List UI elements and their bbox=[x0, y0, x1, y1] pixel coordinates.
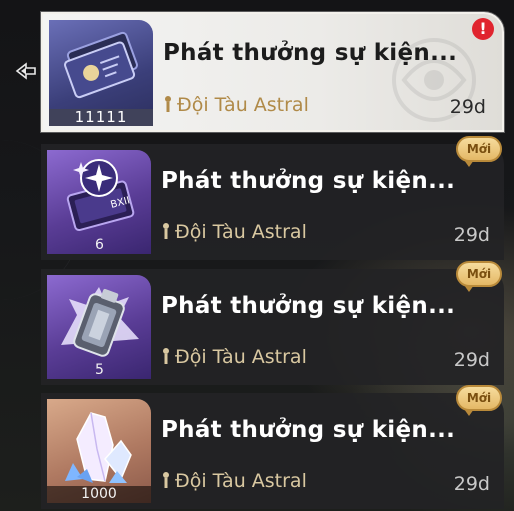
mail-title: Phát thưởng sự kiện... bbox=[163, 40, 458, 66]
expiry-days: 29d bbox=[453, 473, 490, 495]
mail-title: Phát thưởng sự kiện... bbox=[161, 168, 456, 194]
alert-icon: ! bbox=[472, 18, 494, 40]
mail-sender: Đội Tàu Astral bbox=[161, 346, 307, 368]
reward-quantity: 5 bbox=[95, 362, 104, 378]
mail-item[interactable]: BXII 6 Phát thưởng sự kiện... Đội Tàu As… bbox=[41, 136, 504, 260]
mail-sender-name: Đội Tàu Astral bbox=[175, 221, 307, 243]
expiry-days: 29d bbox=[449, 96, 486, 118]
sender-icon bbox=[163, 223, 169, 239]
reward-thumbnail: BXII 6 bbox=[47, 150, 151, 254]
mail-item[interactable]: 11111 Phát thưởng sự kiện... Đội Tàu Ast… bbox=[41, 12, 504, 132]
sender-icon bbox=[163, 348, 169, 364]
mail-sender-name: Đội Tàu Astral bbox=[175, 346, 307, 368]
reward-quantity: 11111 bbox=[49, 109, 153, 126]
mail-title: Phát thưởng sự kiện... bbox=[161, 293, 456, 319]
reward-quantity: 1000 bbox=[47, 486, 151, 503]
mail-item[interactable]: 1000 Phát thưởng sự kiện... Đội Tàu Astr… bbox=[41, 385, 504, 509]
new-badge: Mới bbox=[456, 136, 502, 167]
mail-title: Phát thưởng sự kiện... bbox=[161, 417, 456, 443]
sender-icon bbox=[165, 96, 171, 112]
mail-sender: Đội Tàu Astral bbox=[161, 221, 307, 243]
mail-list: 11111 Phát thưởng sự kiện... Đội Tàu Ast… bbox=[0, 0, 514, 511]
reward-thumbnail: 11111 bbox=[49, 20, 153, 126]
mail-sender: Đội Tàu Astral bbox=[163, 94, 309, 116]
new-badge: Mới bbox=[456, 385, 502, 416]
reward-quantity: 6 bbox=[95, 237, 104, 253]
sender-icon bbox=[163, 472, 169, 488]
crystal-icon bbox=[65, 412, 132, 483]
star-rail-pass-icon: BXII bbox=[66, 159, 135, 232]
mail-sender: Đội Tàu Astral bbox=[161, 470, 307, 492]
expiry-days: 29d bbox=[453, 349, 490, 371]
expiry-days: 29d bbox=[453, 224, 490, 246]
reward-thumbnail: 5 bbox=[47, 275, 151, 379]
mail-item[interactable]: 5 Phát thưởng sự kiện... Đội Tàu Astral … bbox=[41, 261, 504, 385]
mail-panel: 11111 Phát thưởng sự kiện... Đội Tàu Ast… bbox=[0, 0, 514, 511]
mail-sender-name: Đội Tàu Astral bbox=[175, 470, 307, 492]
new-badge: Mới bbox=[456, 261, 502, 292]
fuel-canister-icon bbox=[61, 287, 139, 357]
mail-sender-name: Đội Tàu Astral bbox=[177, 94, 309, 116]
pass-ticket-icon bbox=[64, 31, 138, 99]
reward-thumbnail: 1000 bbox=[47, 399, 151, 503]
